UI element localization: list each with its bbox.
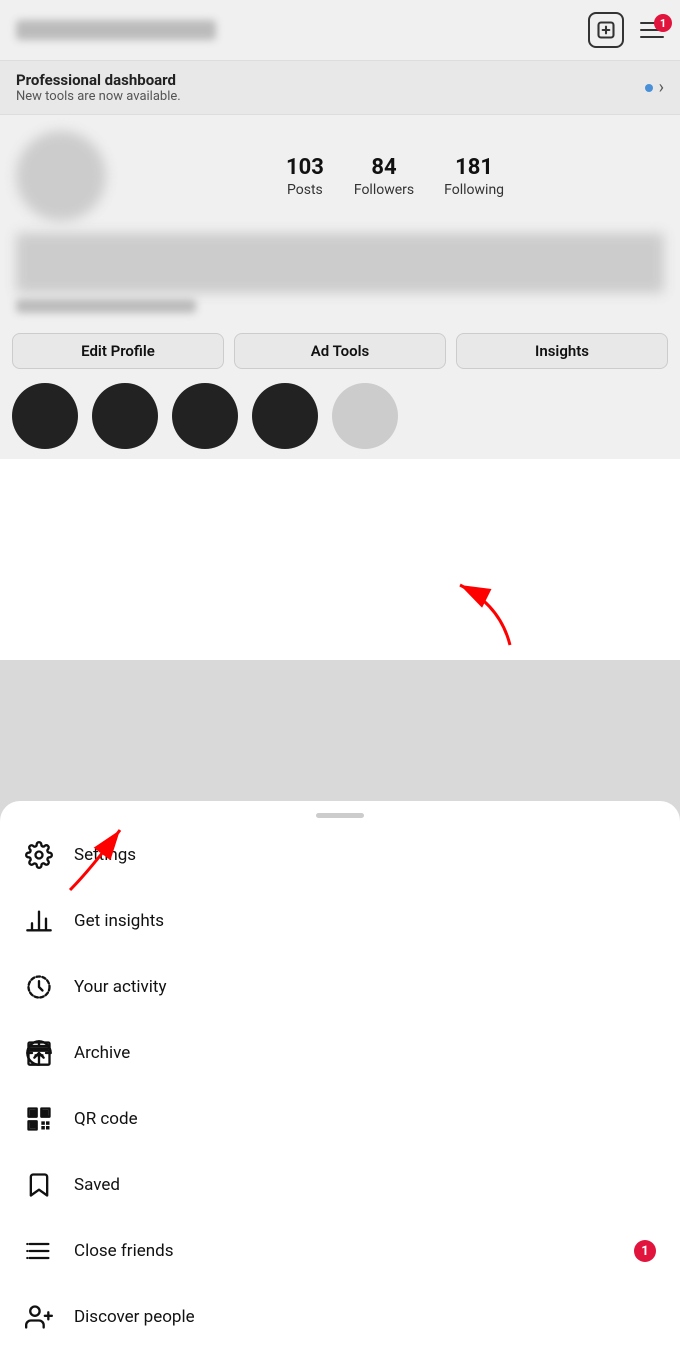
your-activity-label: Your activity [74, 977, 167, 997]
close-friends-label: Close friends [74, 1241, 173, 1261]
discover-people-label: Discover people [74, 1307, 195, 1327]
sheet-handle [316, 813, 364, 818]
story-item[interactable] [252, 383, 318, 449]
saved-label: Saved [74, 1175, 120, 1195]
action-buttons: Edit Profile Ad Tools Insights [0, 325, 680, 383]
profile-section: 1 Professional dashboard New tools are n… [0, 0, 680, 459]
menu-item-saved[interactable]: Saved [0, 1152, 680, 1218]
profile-info-row: 103 Posts 84 Followers 181 Following [0, 115, 680, 229]
bio-area [0, 229, 680, 325]
pro-dashboard-nav: › [645, 77, 664, 98]
header-bar: 1 [0, 0, 680, 60]
story-item[interactable] [172, 383, 238, 449]
stories-row [0, 383, 680, 459]
archive-label: Archive [74, 1043, 130, 1063]
story-item[interactable] [12, 383, 78, 449]
username-blur [16, 20, 216, 40]
close-friends-badge: 1 [634, 1240, 656, 1262]
settings-label: Settings [74, 845, 136, 865]
following-label: Following [444, 182, 504, 198]
following-stat[interactable]: 181 Following [444, 155, 504, 198]
followers-label: Followers [354, 182, 414, 198]
pro-dashboard-text: Professional dashboard New tools are now… [16, 71, 181, 104]
close-friends-icon [24, 1236, 54, 1266]
archive-icon [24, 1038, 54, 1068]
pro-dashboard-subtitle: New tools are now available. [16, 89, 181, 104]
story-item[interactable] [332, 383, 398, 449]
menu-item-close-friends[interactable]: Close friends 1 [0, 1218, 680, 1284]
arrow-annotation-insights [430, 575, 530, 659]
hamburger-menu-button[interactable]: 1 [640, 22, 664, 38]
activity-icon [24, 972, 54, 1002]
pro-dashboard-banner[interactable]: Professional dashboard New tools are now… [0, 60, 680, 115]
bio-text-blur [16, 233, 664, 293]
sheet-handle-area [0, 801, 680, 822]
close-friends-right: 1 [634, 1240, 656, 1262]
posts-stat[interactable]: 103 Posts [286, 155, 324, 198]
edit-profile-button[interactable]: Edit Profile [12, 333, 224, 369]
stats-row: 103 Posts 84 Followers 181 Following [126, 155, 664, 198]
following-count: 181 [455, 155, 493, 180]
followers-stat[interactable]: 84 Followers [354, 155, 414, 198]
bio-link-blur [16, 299, 196, 313]
settings-icon [24, 840, 54, 870]
dot-indicator [645, 84, 653, 92]
bottom-sheet: Settings Get insights Your activity [0, 801, 680, 1370]
bookmark-icon [24, 1170, 54, 1200]
pro-dashboard-title: Professional dashboard [16, 71, 181, 89]
posts-label: Posts [287, 182, 323, 198]
qr-code-label: QR code [74, 1109, 138, 1129]
menu-item-qr-code[interactable]: QR code [0, 1086, 680, 1152]
chevron-right-icon: › [659, 77, 664, 98]
followers-count: 84 [371, 155, 396, 180]
posts-count: 103 [286, 155, 324, 180]
story-item[interactable] [92, 383, 158, 449]
menu-item-get-insights[interactable]: Get insights [0, 888, 680, 954]
menu-item-archive[interactable]: Archive [0, 1020, 680, 1086]
menu-item-your-activity[interactable]: Your activity [0, 954, 680, 1020]
ad-tools-button[interactable]: Ad Tools [234, 333, 446, 369]
avatar[interactable] [16, 131, 106, 221]
menu-item-discover-people[interactable]: Discover people [0, 1284, 680, 1350]
menu-item-settings[interactable]: Settings [0, 822, 680, 888]
insights-button[interactable]: Insights [456, 333, 668, 369]
qr-code-icon [24, 1104, 54, 1134]
header-icons: 1 [588, 12, 664, 48]
new-post-button[interactable] [588, 12, 624, 48]
menu-badge: 1 [654, 14, 672, 32]
bar-chart-icon [24, 906, 54, 936]
person-add-icon [24, 1302, 54, 1332]
get-insights-label: Get insights [74, 911, 164, 931]
